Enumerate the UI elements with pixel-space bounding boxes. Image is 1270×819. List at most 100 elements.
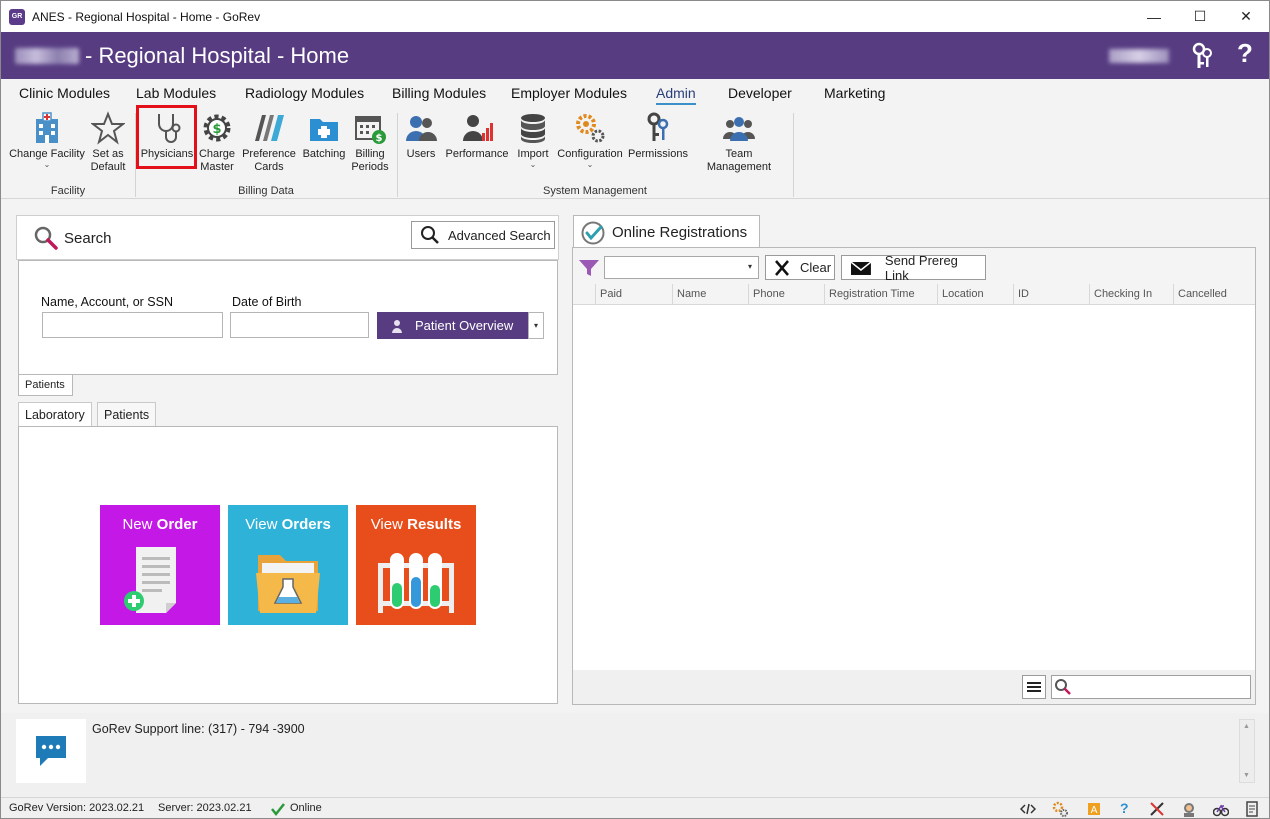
- advanced-search-button[interactable]: Advanced Search: [411, 221, 555, 249]
- tab-patients-search[interactable]: Patients: [18, 375, 73, 396]
- search-icon: [421, 226, 439, 244]
- chat-button[interactable]: [16, 719, 86, 783]
- tab-lab-modules[interactable]: Lab Modules: [136, 85, 216, 101]
- status-bar: GoRev Version: 2023.02.21 Server: 2023.0…: [1, 797, 1269, 818]
- tab-employer-modules[interactable]: Employer Modules: [511, 85, 627, 101]
- hospital-icon: [36, 112, 58, 143]
- registrations-grid-header: Paid Name Phone Registration Time Locati…: [573, 284, 1255, 305]
- chevron-down-icon: ⌄: [529, 160, 537, 169]
- column-registration-time[interactable]: Registration Time: [824, 284, 937, 305]
- patient-overview-dropdown[interactable]: ▾: [528, 312, 544, 339]
- redacted-user[interactable]: [1109, 49, 1169, 63]
- tab-laboratory[interactable]: Laboratory: [18, 402, 92, 428]
- check-icon: [271, 803, 285, 817]
- billing-data-group-label: Billing Data: [238, 185, 294, 197]
- advanced-search-label: Advanced Search: [448, 227, 551, 243]
- billing-periods-label-2: Periods: [351, 161, 389, 173]
- column-location[interactable]: Location: [937, 284, 1013, 305]
- tab-clinic-modules[interactable]: Clinic Modules: [19, 85, 110, 101]
- close-button[interactable]: ✕: [1223, 1, 1269, 32]
- registrations-search-input[interactable]: [1051, 675, 1251, 699]
- hamburger-icon: [1027, 682, 1041, 692]
- chevron-down-icon: ⌄: [43, 160, 51, 169]
- column-id[interactable]: ID: [1013, 284, 1089, 305]
- online-registrations-tab[interactable]: Online Registrations: [573, 215, 760, 248]
- new-order-tile[interactable]: New Order: [100, 505, 220, 625]
- patient-overview-button[interactable]: Patient Overview: [377, 312, 528, 339]
- view-orders-tile[interactable]: View Orders: [228, 505, 348, 625]
- minimize-button[interactable]: —: [1131, 1, 1177, 32]
- tab-billing-modules[interactable]: Billing Modules: [392, 85, 486, 101]
- performance-button[interactable]: Performance: [444, 111, 510, 161]
- keys-icon[interactable]: [1190, 42, 1214, 70]
- import-button[interactable]: Import ⌄: [513, 111, 553, 169]
- test-tubes-icon: [378, 553, 454, 613]
- scroll-down-icon[interactable]: ▼: [1243, 772, 1250, 779]
- gears-icon: [576, 114, 605, 143]
- batching-label: Batching: [302, 148, 346, 160]
- svg-text:$: $: [212, 122, 221, 137]
- scroll-up-icon[interactable]: ▲: [1243, 723, 1250, 730]
- filter-icon[interactable]: [578, 258, 600, 278]
- document-plus-icon: [124, 547, 176, 613]
- help-status-icon[interactable]: ?: [1120, 800, 1129, 816]
- star-icon: [91, 111, 125, 145]
- maximize-button[interactable]: ☐: [1177, 1, 1223, 32]
- column-name[interactable]: Name: [672, 284, 748, 305]
- redacted-organization: [15, 47, 79, 64]
- name-account-ssn-input[interactable]: [42, 312, 223, 338]
- notes-icon[interactable]: [1244, 801, 1260, 817]
- support-area: GoRev Support line: (317) - 794 -3900 ▲ …: [1, 713, 1269, 797]
- date-of-birth-input[interactable]: [230, 312, 369, 338]
- text-format-icon[interactable]: A: [1086, 801, 1102, 817]
- menu-button[interactable]: [1022, 675, 1046, 699]
- send-prereg-link-button[interactable]: Send Prereg Link: [841, 252, 986, 283]
- chat-bubble-icon: [36, 736, 66, 766]
- charge-master-button[interactable]: $ Charge Master: [197, 111, 237, 174]
- permissions-button[interactable]: Permissions: [628, 111, 688, 161]
- preference-cards-label-1: Preference: [242, 148, 296, 160]
- clear-button[interactable]: Clear: [765, 255, 835, 280]
- tab-patients[interactable]: Patients: [97, 402, 157, 427]
- code-icon[interactable]: [1020, 801, 1036, 817]
- help-icon[interactable]: ?: [1237, 38, 1253, 69]
- column-cancelled[interactable]: Cancelled: [1173, 284, 1255, 305]
- send-prereg-label: Send Prereg Link: [884, 252, 958, 283]
- registration-filter-select[interactable]: [604, 256, 759, 279]
- folder-plus-icon: [310, 119, 338, 141]
- billing-periods-label-1: Billing: [355, 148, 385, 160]
- settings-gears-icon[interactable]: [1052, 801, 1068, 817]
- users-button[interactable]: Users: [403, 111, 439, 161]
- view-orders-light: View: [245, 516, 282, 533]
- tab-radiology-modules[interactable]: Radiology Modules: [245, 85, 364, 101]
- set-as-default-button[interactable]: Set as Default: [87, 111, 129, 174]
- server-text: Server: 2023.02.21: [158, 802, 252, 814]
- cards-icon: [255, 115, 284, 141]
- online-registrations-title: Online Registrations: [612, 224, 748, 241]
- tab-marketing[interactable]: Marketing: [824, 85, 885, 101]
- preference-cards-button[interactable]: Preference Cards: [240, 111, 298, 174]
- column-checking-in[interactable]: Checking In: [1089, 284, 1173, 305]
- configuration-button[interactable]: Configuration ⌄: [556, 111, 624, 169]
- database-icon: [521, 114, 545, 143]
- batching-button[interactable]: Batching: [301, 111, 347, 161]
- team-management-button[interactable]: Team Management: [692, 111, 786, 174]
- folder-flask-icon: [256, 555, 320, 613]
- support-line-text: GoRev Support line: (317) - 794 -3900: [92, 722, 305, 736]
- billing-periods-button[interactable]: $ Billing Periods: [349, 111, 391, 174]
- support-scrollbar[interactable]: ▲ ▼: [1239, 719, 1255, 783]
- view-results-light: View: [370, 516, 408, 533]
- view-results-bold: Results: [407, 516, 462, 533]
- change-facility-button[interactable]: Change Facility ⌄: [9, 111, 85, 169]
- team-icon: [723, 117, 755, 141]
- support-agent-icon[interactable]: [1181, 801, 1197, 817]
- tab-developer[interactable]: Developer: [728, 85, 792, 101]
- column-phone[interactable]: Phone: [748, 284, 824, 305]
- bike-icon[interactable]: [1213, 801, 1229, 817]
- patient-overview-label: Patient Overview: [415, 318, 514, 333]
- view-results-tile[interactable]: View Results: [356, 505, 476, 625]
- permissions-label: Permissions: [628, 148, 688, 160]
- tools-icon[interactable]: [1149, 801, 1165, 817]
- column-paid[interactable]: Paid: [595, 284, 672, 305]
- tab-admin[interactable]: Admin: [656, 85, 696, 105]
